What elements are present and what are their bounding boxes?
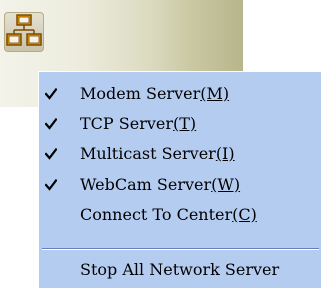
screenshot: Modem Server(M) TCP Server(T) Multicast … — [0, 0, 321, 288]
menu-separator — [42, 248, 319, 250]
menu-item-text: WebCam Server — [80, 175, 212, 194]
menu-item-label: TCP Server(T) — [80, 115, 196, 133]
menu-item-text: Connect To Center — [80, 205, 233, 224]
menu-item-label: Connect To Center(C) — [80, 206, 257, 224]
menu-item-mnemonic: (T) — [173, 114, 197, 133]
menu-item-label: Modem Server(M) — [80, 85, 229, 103]
menu-item-mnemonic: (M) — [200, 84, 230, 103]
menu-item-label: Multicast Server(I) — [80, 145, 235, 163]
menu-item-label: WebCam Server(W) — [80, 176, 240, 194]
menu-item-label: Stop All Network Server — [80, 260, 280, 279]
context-menu: Modem Server(M) TCP Server(T) Multicast … — [38, 71, 321, 288]
menu-item-mnemonic: (W) — [211, 175, 241, 194]
checkmark-icon — [45, 118, 57, 130]
menu-item-mnemonic: (C) — [232, 205, 257, 224]
network-servers-icon[interactable] — [4, 12, 44, 52]
checkmark-icon — [45, 88, 57, 100]
menu-item-text: Multicast Server — [80, 144, 216, 163]
network-servers-icon-graphic — [6, 14, 42, 46]
menu-item-tcp-server[interactable]: TCP Server(T) — [39, 110, 321, 140]
menu-item-connect-to-center[interactable]: Connect To Center(C) — [39, 201, 321, 231]
menu-item-text: Modem Server — [80, 84, 201, 103]
checkmark-icon — [45, 179, 57, 191]
checkmark-icon — [45, 148, 57, 160]
menu-item-text: TCP Server — [80, 114, 173, 133]
menu-item-multicast-server[interactable]: Multicast Server(I) — [39, 140, 321, 170]
menu-item-stop-all-network-server[interactable]: Stop All Network Server — [39, 256, 321, 286]
menu-item-modem-server[interactable]: Modem Server(M) — [39, 80, 321, 110]
menu-item-webcam-server[interactable]: WebCam Server(W) — [39, 171, 321, 201]
menu-item-mnemonic: (I) — [215, 144, 235, 163]
